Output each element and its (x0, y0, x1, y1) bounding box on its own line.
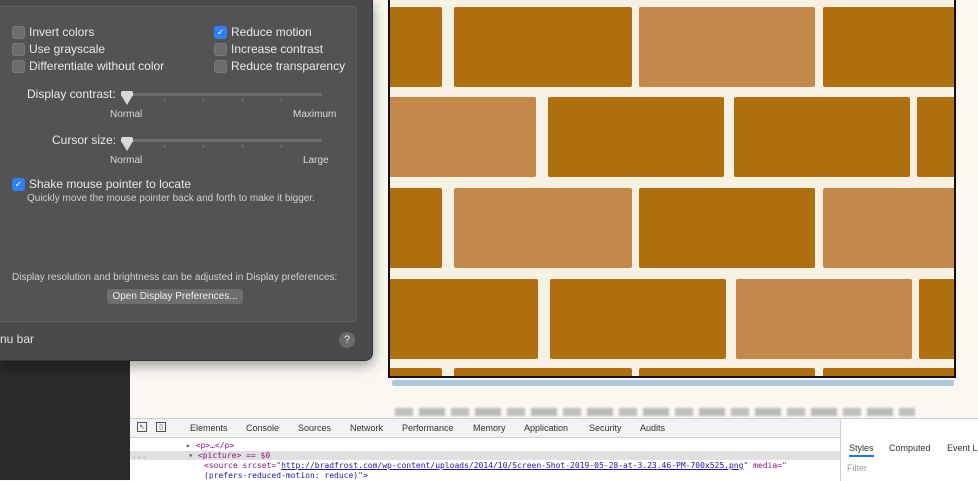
device-toolbar-icon[interactable]: ▯ (156, 422, 166, 432)
brick (454, 7, 632, 87)
tab-audits[interactable]: Audits (640, 423, 665, 433)
increase-contrast-checkbox[interactable] (214, 42, 227, 56)
display-contrast-max-label: Maximum (293, 109, 337, 120)
brick (823, 7, 954, 87)
slider-tick (164, 99, 165, 102)
display-contrast-thumb[interactable] (121, 91, 133, 105)
brick (390, 97, 536, 177)
source-srcset-link[interactable]: http://bradfrost.com/wp-content/uploads/… (281, 461, 743, 470)
brick (917, 97, 954, 177)
slider-tick (281, 145, 282, 148)
increase-contrast-label: Increase contrast (231, 42, 324, 56)
shake-pointer-label: Shake mouse pointer to locate (29, 177, 192, 191)
tab-network[interactable]: Network (350, 423, 383, 433)
differentiate-without-color-label: Differentiate without color (29, 59, 165, 73)
reduce-motion-checkbox-row[interactable]: ✓ Reduce motion (214, 25, 312, 39)
dom-node-source[interactable]: <source srcset="http://bradfrost.com/wp-… (204, 461, 787, 470)
dom-ellipsis: ... (132, 451, 147, 460)
inspect-element-icon[interactable]: ↖ (137, 422, 147, 432)
tab-security[interactable]: Security (589, 423, 622, 433)
brick (823, 368, 954, 376)
display-contrast-min-label: Normal (110, 109, 143, 120)
brick (390, 7, 442, 87)
devtools-tab-bar: ↖ ▯ Elements Console Sources Network Per… (130, 419, 840, 438)
brick (390, 279, 538, 359)
tab-styles[interactable]: Styles (849, 443, 874, 457)
open-display-preferences-button[interactable]: Open Display Preferences... (107, 289, 243, 304)
slider-tick (203, 145, 204, 148)
slider-tick (242, 99, 243, 102)
dom-node-picture-selected[interactable]: ... ▾ <picture> == $0 (130, 451, 840, 460)
dom-tree: ▸ <p>…</p> ... ▾ <picture> == $0 <source… (130, 438, 840, 481)
tab-computed[interactable]: Computed (889, 443, 931, 453)
reduce-transparency-label: Reduce transparency (231, 59, 346, 73)
devtools-panel: ↖ ▯ Elements Console Sources Network Per… (130, 418, 978, 481)
blurred-paragraph-text (395, 408, 915, 416)
tab-elements[interactable]: Elements (190, 423, 228, 433)
cursor-size-min-label: Normal (110, 155, 143, 166)
invert-colors-checkbox[interactable] (12, 25, 25, 39)
display-preferences-note: Display resolution and brightness can be… (12, 272, 338, 283)
tab-application[interactable]: Application (524, 423, 568, 433)
brick (639, 7, 815, 87)
slider-tick (203, 99, 204, 102)
differentiate-without-color-checkbox-row[interactable]: Differentiate without color (12, 59, 164, 73)
brick (390, 188, 442, 268)
display-options-group: Invert colors Use grayscale Differentiat… (0, 6, 357, 322)
brick (639, 188, 815, 268)
cursor-size-max-label: Large (303, 155, 329, 166)
brick (548, 97, 724, 177)
help-button[interactable]: ? (339, 332, 355, 348)
reduce-motion-label: Reduce motion (231, 25, 312, 39)
cursor-size-thumb[interactable] (121, 137, 133, 151)
tab-performance[interactable]: Performance (402, 423, 454, 433)
styles-sidebar: Styles Computed Event L Filter (840, 419, 978, 481)
brick (639, 368, 815, 376)
shake-pointer-checkbox[interactable]: ✓ (12, 177, 25, 191)
differentiate-without-color-checkbox[interactable] (12, 59, 25, 73)
cursor-size-slider[interactable] (124, 139, 322, 142)
image-shadow (392, 380, 954, 386)
brick (736, 279, 912, 359)
brick (550, 279, 726, 359)
dom-node-source-media: (prefers-reduced-motion: reduce)"> (204, 471, 368, 480)
invert-colors-label: Invert colors (29, 25, 95, 39)
reduce-transparency-checkbox-row[interactable]: Reduce transparency (214, 59, 345, 73)
use-grayscale-label: Use grayscale (29, 42, 106, 56)
slider-tick (281, 99, 282, 102)
shake-pointer-description: Quickly move the mouse pointer back and … (27, 193, 315, 204)
tab-console[interactable]: Console (246, 423, 279, 433)
display-contrast-slider[interactable] (124, 93, 322, 96)
invert-colors-checkbox-row[interactable]: Invert colors (12, 25, 94, 39)
tab-event-listeners[interactable]: Event L (947, 443, 978, 453)
styles-filter-input[interactable]: Filter (847, 463, 867, 473)
brick (823, 188, 954, 268)
dom-node-p[interactable]: ▸ <p>…</p> (186, 441, 234, 450)
accessibility-display-panel: Invert colors Use grayscale Differentiat… (0, 0, 373, 361)
use-grayscale-checkbox[interactable] (12, 42, 25, 56)
tab-sources[interactable]: Sources (298, 423, 331, 433)
slider-tick (164, 145, 165, 148)
brick (454, 188, 632, 268)
tab-memory[interactable]: Memory (473, 423, 506, 433)
brick (390, 368, 442, 376)
menu-bar-option-label: nu bar (0, 332, 35, 346)
brick-wall-image (388, 0, 956, 378)
increase-contrast-checkbox-row[interactable]: Increase contrast (214, 42, 323, 56)
reduce-transparency-checkbox[interactable] (214, 59, 227, 73)
brick (454, 368, 632, 376)
brick (734, 97, 910, 177)
slider-tick (242, 145, 243, 148)
cursor-size-label: Cursor size: (52, 133, 117, 147)
use-grayscale-checkbox-row[interactable]: Use grayscale (12, 42, 105, 56)
shake-pointer-checkbox-row[interactable]: ✓ Shake mouse pointer to locate (12, 177, 191, 191)
reduce-motion-checkbox[interactable]: ✓ (214, 25, 227, 39)
brick (919, 279, 954, 359)
display-contrast-label: Display contrast: (27, 87, 116, 101)
